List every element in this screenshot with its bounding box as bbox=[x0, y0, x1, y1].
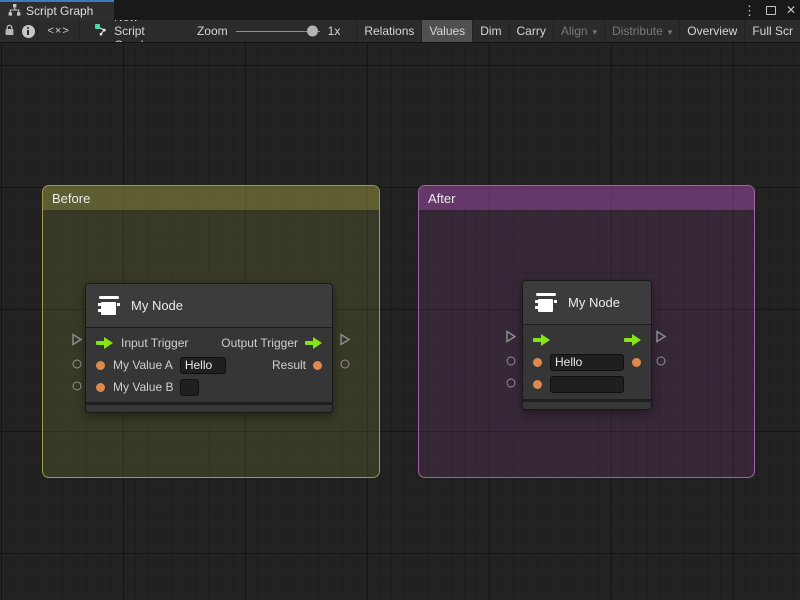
node-my-node-before[interactable]: My Node Input Trigger Output Trigger My … bbox=[85, 283, 333, 413]
zoom-slider-handle[interactable] bbox=[307, 26, 318, 37]
port-row-value-b: My Value B bbox=[86, 376, 332, 398]
node-before-ports: Input Trigger Output Trigger My Value A … bbox=[86, 328, 332, 402]
external-flow-input-marker[interactable] bbox=[505, 330, 517, 349]
chevron-down-icon: ▾ bbox=[593, 27, 598, 38]
close-icon[interactable]: ✕ bbox=[786, 4, 796, 16]
zoom-label: Zoom bbox=[197, 24, 228, 38]
inspector-button[interactable] bbox=[19, 20, 38, 42]
external-value-input-marker[interactable] bbox=[73, 382, 82, 391]
value-b-input[interactable] bbox=[180, 379, 199, 396]
group-before-header[interactable]: Before bbox=[43, 186, 379, 210]
overview-label: Overview bbox=[687, 24, 737, 38]
tab-script-graph[interactable]: Script Graph bbox=[0, 0, 114, 20]
output-trigger-port-icon[interactable] bbox=[624, 334, 641, 346]
value-a-port-icon[interactable] bbox=[533, 358, 542, 367]
window-controls: ⋮ ✕ bbox=[743, 0, 796, 20]
lock-icon bbox=[4, 24, 15, 39]
dim-label: Dim bbox=[480, 24, 501, 38]
node-after-footer bbox=[523, 399, 651, 409]
graph-name-breadcrumb[interactable]: New Script Graph bbox=[80, 20, 181, 42]
relations-button[interactable]: Relations bbox=[356, 20, 421, 42]
input-trigger-port-icon[interactable] bbox=[96, 337, 113, 349]
fullscreen-button[interactable]: Full Scr bbox=[744, 20, 800, 42]
external-value-output-marker[interactable] bbox=[657, 357, 666, 366]
output-trigger-label: Output Trigger bbox=[221, 336, 298, 350]
zoom-control: Zoom 1x bbox=[181, 20, 350, 42]
align-dropdown[interactable]: Align ▾ bbox=[553, 20, 604, 42]
value-b-input[interactable] bbox=[550, 376, 624, 393]
graph-hierarchy-icon bbox=[8, 4, 21, 19]
value-b-label: My Value B bbox=[113, 380, 173, 394]
value-a-input[interactable] bbox=[180, 357, 226, 374]
node-my-node-after[interactable]: My Node bbox=[522, 280, 652, 410]
result-port-icon[interactable] bbox=[632, 358, 641, 367]
distribute-label: Distribute bbox=[612, 24, 663, 38]
maximize-icon[interactable] bbox=[766, 6, 776, 15]
graph-canvas[interactable]: Before After My Node Input bbox=[0, 43, 800, 600]
unit-node-icon bbox=[96, 293, 122, 319]
info-icon bbox=[22, 25, 35, 38]
value-b-port-icon[interactable] bbox=[96, 383, 105, 392]
window-menu-icon[interactable]: ⋮ bbox=[743, 4, 756, 17]
fullscreen-label: Full Scr bbox=[752, 24, 793, 38]
output-trigger-port-icon[interactable] bbox=[305, 337, 322, 349]
external-flow-output-marker[interactable] bbox=[339, 333, 351, 352]
code-preview-button[interactable]: <×> bbox=[38, 20, 80, 42]
relations-label: Relations bbox=[364, 24, 414, 38]
tab-bar: Script Graph ⋮ ✕ bbox=[0, 0, 800, 20]
zoom-value: 1x bbox=[328, 24, 341, 38]
toolbar-toggle-group: Relations Values Dim Carry Align ▾ Distr… bbox=[356, 20, 800, 42]
external-value-input-marker[interactable] bbox=[507, 379, 516, 388]
value-a-port-icon[interactable] bbox=[96, 361, 105, 370]
node-before-footer bbox=[86, 402, 332, 412]
group-after-title: After bbox=[428, 191, 455, 206]
carry-label: Carry bbox=[517, 24, 546, 38]
values-button[interactable]: Values bbox=[421, 20, 472, 42]
node-before-header[interactable]: My Node bbox=[86, 284, 332, 328]
external-flow-output-marker[interactable] bbox=[655, 330, 667, 349]
result-label: Result bbox=[272, 358, 306, 372]
external-flow-input-marker[interactable] bbox=[71, 333, 83, 352]
script-graph-window: Script Graph ⋮ ✕ <×> bbox=[0, 0, 800, 600]
port-row-value-b bbox=[523, 373, 651, 395]
carry-button[interactable]: Carry bbox=[509, 20, 553, 42]
overview-button[interactable]: Overview bbox=[679, 20, 744, 42]
external-value-input-marker[interactable] bbox=[73, 360, 82, 369]
lock-button[interactable] bbox=[0, 20, 19, 42]
align-label: Align bbox=[561, 24, 588, 38]
node-after-header[interactable]: My Node bbox=[523, 281, 651, 325]
unit-node-icon bbox=[533, 290, 559, 316]
node-after-ports bbox=[523, 325, 651, 399]
chevron-down-icon: ▾ bbox=[668, 27, 673, 38]
graph-name-label: New Script Graph bbox=[114, 20, 171, 43]
external-value-input-marker[interactable] bbox=[507, 357, 516, 366]
input-trigger-port-icon[interactable] bbox=[533, 334, 550, 346]
values-label: Values bbox=[429, 24, 465, 38]
zoom-slider[interactable] bbox=[236, 31, 320, 32]
node-after-title: My Node bbox=[568, 295, 620, 310]
tab-title: Script Graph bbox=[26, 4, 93, 18]
group-before-title: Before bbox=[52, 191, 90, 206]
external-value-output-marker[interactable] bbox=[341, 360, 350, 369]
node-before-title: My Node bbox=[131, 298, 183, 313]
value-a-label: My Value A bbox=[113, 358, 173, 372]
value-b-port-icon[interactable] bbox=[533, 380, 542, 389]
dim-button[interactable]: Dim bbox=[472, 20, 508, 42]
port-row-triggers: Input Trigger Output Trigger bbox=[86, 332, 332, 354]
input-trigger-label: Input Trigger bbox=[121, 336, 188, 350]
port-row-value-a: My Value A Result bbox=[86, 354, 332, 376]
distribute-dropdown[interactable]: Distribute ▾ bbox=[604, 20, 679, 42]
script-graph-icon bbox=[94, 23, 108, 39]
port-row-triggers bbox=[523, 329, 651, 351]
port-row-value-a bbox=[523, 351, 651, 373]
graph-toolbar: <×> New Script Graph Zoom 1x Relations bbox=[0, 20, 800, 43]
value-a-input[interactable] bbox=[550, 354, 624, 371]
code-brackets-icon: <×> bbox=[47, 25, 69, 37]
group-after-header[interactable]: After bbox=[419, 186, 754, 210]
result-port-icon[interactable] bbox=[313, 361, 322, 370]
